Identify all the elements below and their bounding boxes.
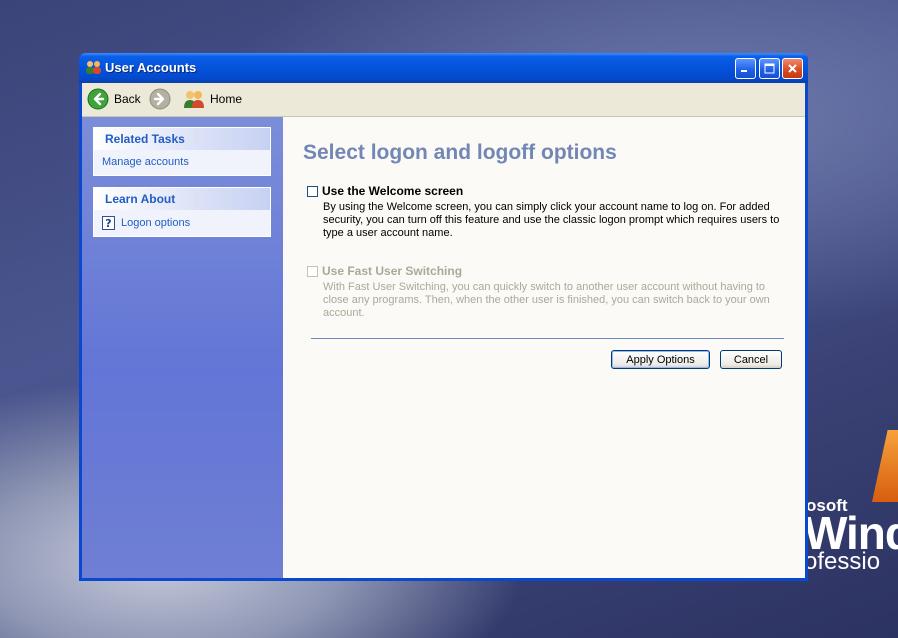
maximize-icon <box>764 63 775 74</box>
related-tasks-panel: Related Tasks Manage accounts <box>93 127 271 176</box>
home-label: Home <box>210 92 243 106</box>
minimize-icon <box>741 70 747 72</box>
divider <box>311 338 784 339</box>
content-area: Related Tasks Manage accounts Learn Abou… <box>82 117 805 578</box>
welcome-screen-description: By using the Welcome screen, you can sim… <box>323 201 780 239</box>
maximize-button[interactable] <box>759 58 780 79</box>
welcome-screen-checkbox[interactable] <box>307 185 318 197</box>
logon-options-label: Logon options <box>121 217 191 229</box>
cancel-button[interactable]: Cancel <box>720 350 782 369</box>
minimize-button[interactable] <box>735 58 756 79</box>
back-button[interactable]: Back <box>87 87 141 111</box>
learn-about-panel: Learn About ? Logon options <box>93 187 271 237</box>
welcome-screen-option: Use the Welcome screen By using the Welc… <box>307 184 787 240</box>
back-label: Back <box>114 92 141 106</box>
user-accounts-icon <box>86 61 101 74</box>
learn-about-title[interactable]: Learn About <box>94 188 270 210</box>
close-icon <box>788 64 797 73</box>
home-button[interactable]: Home <box>183 87 242 111</box>
toolbar: Back Home <box>82 83 805 117</box>
related-tasks-title[interactable]: Related Tasks <box>94 128 270 150</box>
svg-text:?: ? <box>105 217 111 230</box>
logon-options-link[interactable]: ? Logon options <box>102 216 262 230</box>
fast-user-switching-label: Use Fast User Switching <box>322 264 463 278</box>
title-bar[interactable]: User Accounts <box>79 53 808 83</box>
fast-user-switching-description: With Fast User Switching, you can quickl… <box>323 281 770 319</box>
task-pane: Related Tasks Manage accounts Learn Abou… <box>82 117 283 578</box>
apply-options-button[interactable]: Apply Options <box>611 350 710 369</box>
page-title: Select logon and logoff options <box>303 141 617 164</box>
welcome-screen-label[interactable]: Use the Welcome screen <box>322 184 463 198</box>
manage-accounts-link[interactable]: Manage accounts <box>102 156 262 168</box>
help-icon: ? <box>102 216 115 230</box>
user-accounts-window: User Accounts Back Home Related Tasks Ma… <box>79 53 808 581</box>
forward-button[interactable] <box>149 87 171 111</box>
fast-user-switching-option: Use Fast User Switching With Fast User S… <box>307 264 787 320</box>
window-title: User Accounts <box>105 60 197 75</box>
back-arrow-icon <box>87 88 109 110</box>
wallpaper-brand-mid: ofessio <box>806 548 881 575</box>
close-button[interactable] <box>782 58 803 79</box>
home-users-icon <box>184 91 204 108</box>
fast-user-switching-checkbox <box>307 265 318 277</box>
manage-accounts-label: Manage accounts <box>102 156 189 168</box>
main-panel: Select logon and logoff options Use the … <box>283 117 805 578</box>
wallpaper-brand-text: osoft Windo ofessio <box>806 488 898 598</box>
forward-arrow-icon <box>149 88 171 110</box>
